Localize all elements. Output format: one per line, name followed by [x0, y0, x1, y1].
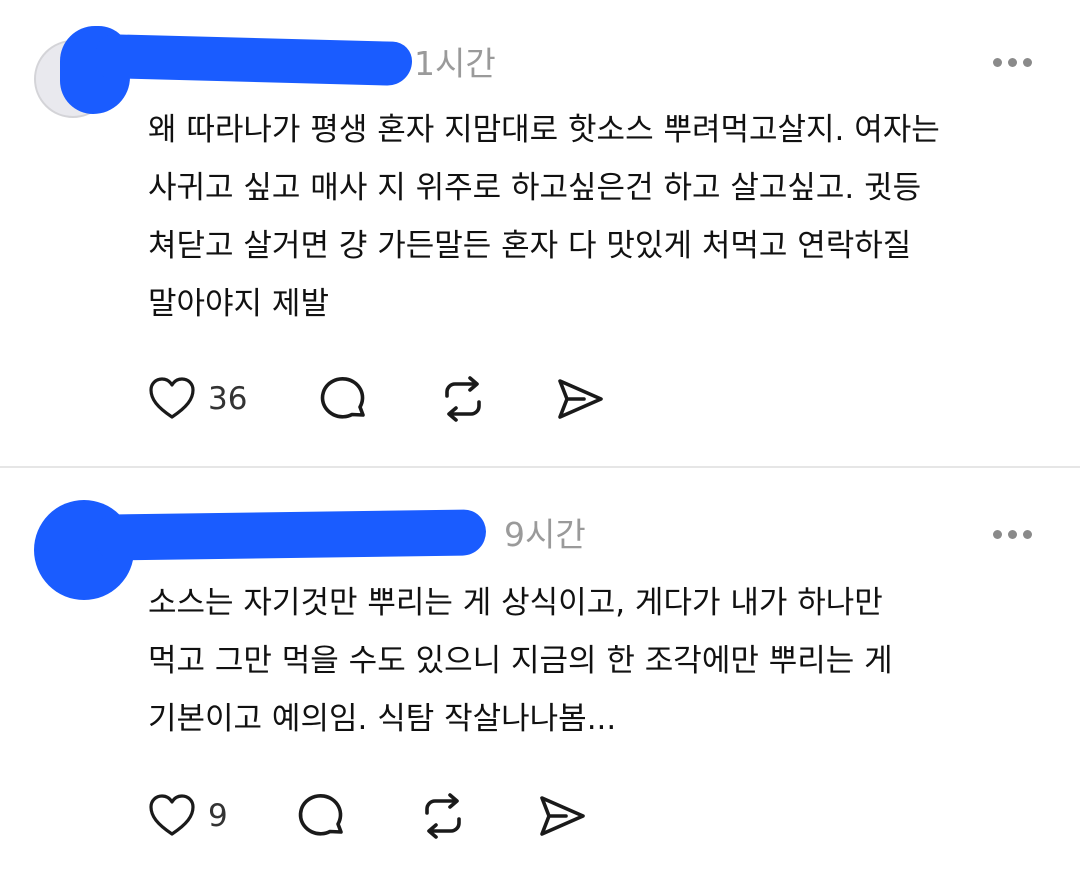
comment-text: 소스는 자기것만 뿌리는 게 상식이고, 게다가 내가 하나만 먹고 그만 먹을… — [148, 585, 893, 737]
repost-button[interactable] — [418, 793, 468, 839]
comment-actions: 36 — [148, 376, 648, 422]
heart-icon — [149, 377, 195, 419]
share-icon — [540, 796, 585, 836]
share-icon — [558, 379, 603, 419]
comment-icon — [320, 376, 365, 419]
comment-text: 왜 따라나가 평생 혼자 지맘대로 핫소스 뿌려먹고살지. 여자는 사귀고 싶고… — [148, 112, 940, 322]
comment-timestamp: 9시간 — [504, 515, 586, 554]
divider — [0, 466, 1080, 468]
more-icon[interactable] — [993, 58, 1033, 70]
comment-actions: 9 — [148, 793, 648, 839]
repost-button[interactable] — [438, 376, 488, 422]
like-button[interactable]: 9 — [148, 793, 228, 839]
redaction-mark — [95, 33, 413, 87]
repost-icon — [445, 376, 481, 422]
redaction-mark — [95, 509, 487, 561]
like-count: 36 — [208, 380, 248, 417]
more-icon[interactable] — [993, 530, 1033, 542]
like-count: 9 — [208, 797, 228, 834]
comment-icon — [298, 793, 343, 836]
share-button[interactable] — [538, 793, 588, 839]
share-button[interactable] — [556, 376, 606, 422]
like-button[interactable]: 36 — [148, 376, 247, 422]
reply-button[interactable] — [298, 793, 348, 839]
heart-icon — [149, 794, 195, 836]
comment-timestamp: 1시간 — [414, 44, 496, 83]
repost-icon — [425, 793, 461, 839]
reply-button[interactable] — [320, 376, 370, 422]
